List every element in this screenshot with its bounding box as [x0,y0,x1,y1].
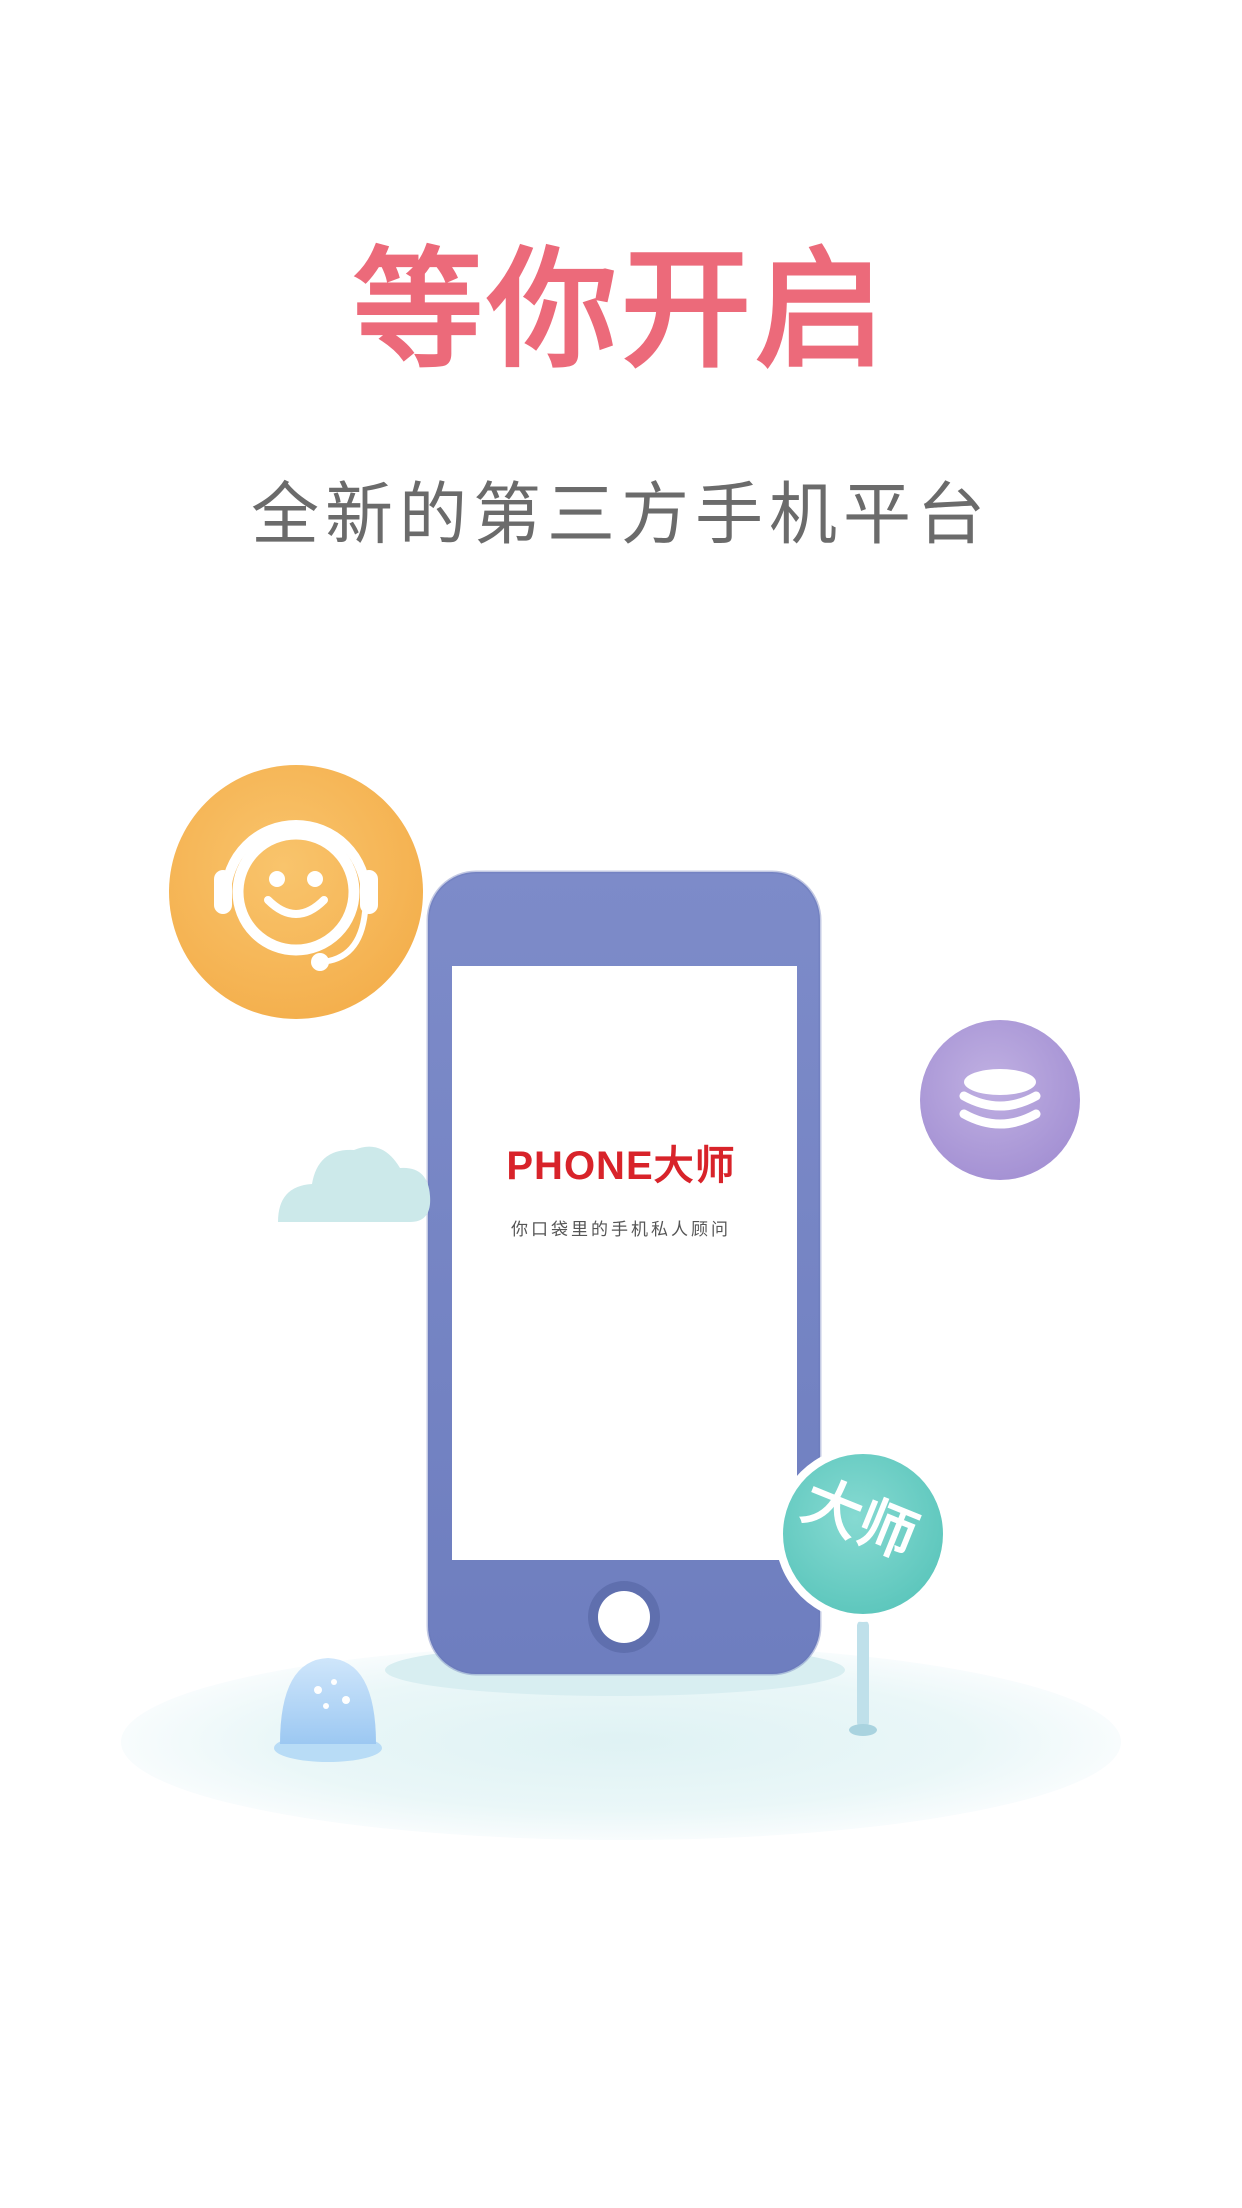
database-stack-icon [920,1020,1080,1180]
customer-service-smiley-icon [169,765,423,1019]
brand-tagline: 你口袋里的手机私人顾问 [511,1220,731,1240]
brand-logo: PHONE大师 [506,1144,736,1188]
onboarding-illustration [121,765,1121,1840]
phone-screen [452,966,797,1560]
cloud-icon [278,1146,431,1222]
phone-illustration [426,870,822,1676]
